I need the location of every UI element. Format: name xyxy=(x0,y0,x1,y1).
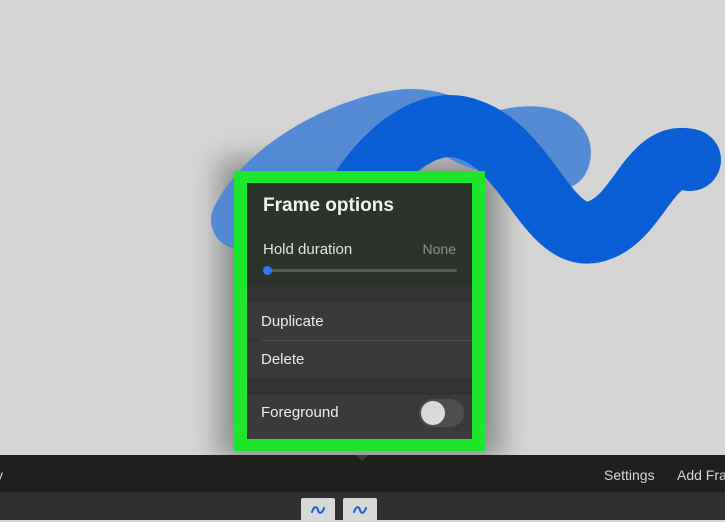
squiggle-icon xyxy=(311,506,325,514)
hold-duration-slider-knob[interactable] xyxy=(263,266,272,275)
squiggle-icon xyxy=(353,506,367,514)
toolbar-left-label[interactable]: y xyxy=(0,467,3,483)
hold-duration-slider[interactable] xyxy=(267,269,457,272)
frame-thumbnail[interactable] xyxy=(343,498,377,522)
popover-pointer xyxy=(356,455,368,461)
foreground-label: Foreground xyxy=(261,404,339,421)
frame-options-popover: Frame options Hold duration None Duplica… xyxy=(247,183,472,439)
frames-strip xyxy=(0,492,725,522)
foreground-toggle[interactable] xyxy=(419,399,464,427)
popover-title: Frame options xyxy=(263,195,394,216)
delete-button[interactable]: Delete xyxy=(247,341,472,378)
settings-button[interactable]: Settings xyxy=(604,467,655,483)
duplicate-button[interactable]: Duplicate xyxy=(247,303,472,340)
duplicate-label: Duplicate xyxy=(261,313,324,330)
add-frame-button[interactable]: Add Fra xyxy=(677,467,725,483)
delete-label: Delete xyxy=(261,351,305,368)
frame-thumbnail[interactable] xyxy=(301,498,335,522)
hold-duration-value: None xyxy=(422,241,456,257)
hold-duration-label: Hold duration xyxy=(263,241,353,258)
foreground-toggle-knob xyxy=(421,401,445,425)
animation-toolbar: y Settings Add Fra xyxy=(0,455,725,492)
foreground-row: Foreground xyxy=(247,395,472,439)
